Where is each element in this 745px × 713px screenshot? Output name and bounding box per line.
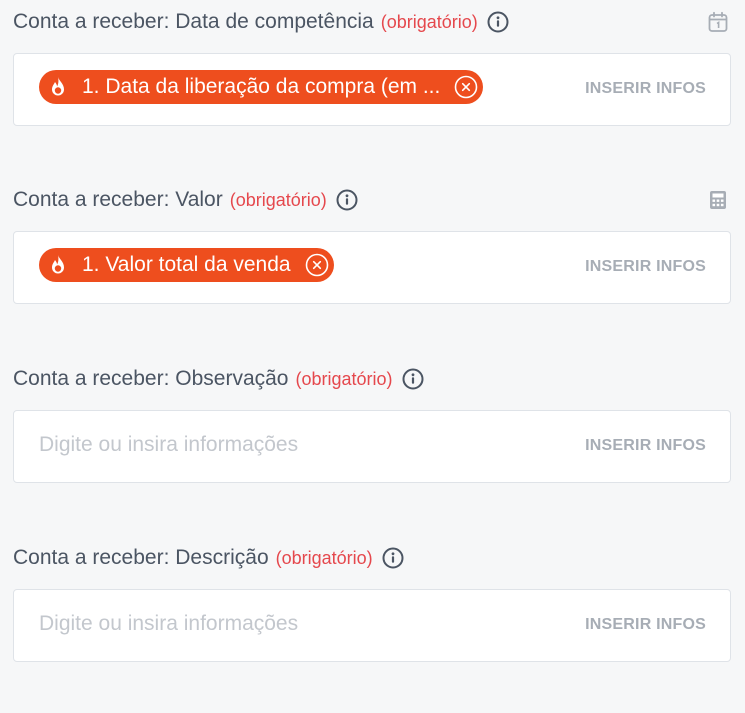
- insert-infos-button[interactable]: INSERIR INFOS: [585, 80, 706, 98]
- field-label-row: Conta a receber: Descrição (obrigatório): [13, 544, 731, 572]
- field-input-box[interactable]: Digite ou insira informações INSERIR INF…: [13, 589, 731, 662]
- calendar-icon: [707, 11, 729, 33]
- required-tag: (obrigatório): [380, 11, 478, 32]
- flame-icon: [48, 254, 68, 276]
- input-placeholder: Digite ou insira informações: [39, 433, 299, 456]
- field-label-row: Conta a receber: Data de competência (ob…: [13, 8, 731, 36]
- field-label: Conta a receber: Descrição: [13, 546, 269, 569]
- close-circle-icon[interactable]: [305, 253, 329, 277]
- field-valor: Conta a receber: Valor (obrigatório) 1. …: [13, 186, 731, 304]
- field-label: Conta a receber: Data de competência: [13, 10, 374, 33]
- insert-infos-button[interactable]: INSERIR INFOS: [585, 437, 706, 455]
- calculator-icon: [707, 189, 729, 211]
- info-icon[interactable]: [382, 547, 404, 569]
- required-tag: (obrigatório): [295, 368, 393, 389]
- field-data-competencia: Conta a receber: Data de competência (ob…: [13, 8, 731, 126]
- chip-label: 1. Data da liberação da compra (em ...: [82, 75, 441, 98]
- flame-icon: [48, 76, 68, 98]
- close-circle-icon[interactable]: [454, 75, 478, 99]
- field-label: Conta a receber: Valor: [13, 188, 223, 211]
- insert-infos-button[interactable]: INSERIR INFOS: [585, 616, 706, 634]
- field-descricao: Conta a receber: Descrição (obrigatório)…: [13, 544, 731, 662]
- info-icon[interactable]: [402, 368, 424, 390]
- variable-chip[interactable]: 1. Data da liberação da compra (em ...: [39, 70, 484, 104]
- field-input-box[interactable]: 1. Valor total da venda INSERIR INFOS: [13, 231, 731, 304]
- field-label: Conta a receber: Observação: [13, 367, 289, 390]
- input-placeholder: Digite ou insira informações: [39, 612, 299, 635]
- info-icon[interactable]: [487, 11, 509, 33]
- field-observacao: Conta a receber: Observação (obrigatório…: [13, 365, 731, 483]
- field-input-box[interactable]: 1. Data da liberação da compra (em ... I…: [13, 53, 731, 126]
- field-input-box[interactable]: Digite ou insira informações INSERIR INF…: [13, 410, 731, 483]
- info-icon[interactable]: [336, 189, 358, 211]
- field-label-row: Conta a receber: Valor (obrigatório): [13, 186, 731, 214]
- required-tag: (obrigatório): [229, 189, 327, 210]
- insert-infos-button[interactable]: INSERIR INFOS: [585, 258, 706, 276]
- chip-label: 1. Valor total da venda: [82, 253, 291, 276]
- field-label-row: Conta a receber: Observação (obrigatório…: [13, 365, 731, 393]
- variable-chip[interactable]: 1. Valor total da venda: [39, 248, 334, 282]
- required-tag: (obrigatório): [275, 547, 373, 568]
